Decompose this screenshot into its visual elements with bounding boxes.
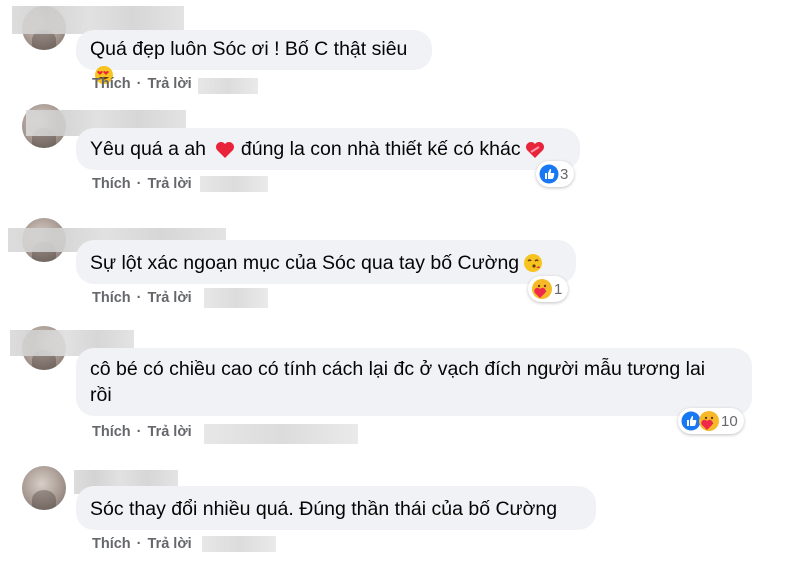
reaction-summary[interactable]: 1 bbox=[528, 276, 569, 302]
comment-bubble: cô bé có chiều cao có tính cách lại đc ở… bbox=[76, 348, 752, 416]
like-link[interactable]: Thích bbox=[92, 76, 131, 92]
comment-bubble: Yêu quá a ah đúng la con nhà thiết kế có… bbox=[76, 128, 580, 170]
comment-text-line2: rồi bbox=[90, 384, 112, 406]
redacted-timestamp bbox=[200, 176, 268, 192]
separator: · bbox=[136, 76, 142, 92]
kiss-emoji bbox=[524, 254, 543, 272]
comment-bubble: Sóc thay đổi nhiều quá. Đúng thần thái c… bbox=[76, 486, 596, 530]
like-link[interactable]: Thích bbox=[92, 176, 131, 192]
care-reaction-icon bbox=[699, 411, 719, 431]
red-heart-emoji bbox=[216, 142, 235, 158]
heart-ribbon-emoji bbox=[525, 142, 544, 158]
reaction-count: 1 bbox=[554, 280, 563, 298]
comment-actions: Thích · Trả lời bbox=[92, 76, 192, 92]
comment-actions: Thích · Trả lời bbox=[92, 290, 192, 306]
redacted-timestamp bbox=[204, 424, 358, 444]
reply-link[interactable]: Trả lời bbox=[148, 76, 192, 92]
like-reaction-icon bbox=[539, 164, 559, 184]
redacted-timestamp bbox=[202, 536, 276, 552]
comment-actions: Thích · Trả lời bbox=[92, 424, 192, 440]
redacted-timestamp bbox=[198, 78, 258, 94]
separator: · bbox=[136, 176, 142, 192]
reaction-summary[interactable]: 10 bbox=[678, 408, 744, 434]
comment-text: Sự lột xác ngoạn mục của Sóc qua tay bố … bbox=[90, 250, 562, 276]
reply-link[interactable]: Trả lời bbox=[148, 536, 192, 552]
comment-bubble: Quá đẹp luôn Sóc ơi ! Bố C thật siêu bbox=[76, 30, 432, 84]
comment-text: Yêu quá a ah đúng la con nhà thiết kế có… bbox=[90, 136, 566, 162]
separator: · bbox=[136, 536, 142, 552]
commenter-avatar[interactable] bbox=[22, 466, 66, 510]
reaction-count: 10 bbox=[721, 412, 738, 430]
like-link[interactable]: Thích bbox=[92, 536, 131, 552]
reply-link[interactable]: Trả lời bbox=[148, 424, 192, 440]
reaction-count: 3 bbox=[560, 165, 569, 183]
separator: · bbox=[136, 424, 142, 440]
comment-text-line1: cô bé có chiều cao có tính cách lại đc ở… bbox=[90, 358, 706, 380]
care-reaction-icon bbox=[532, 279, 552, 299]
comment-actions: Thích · Trả lời bbox=[92, 536, 192, 552]
comment-text: Sóc thay đổi nhiều quá. Đúng thần thái c… bbox=[90, 498, 558, 520]
comment-bubble: Sự lột xác ngoạn mục của Sóc qua tay bố … bbox=[76, 240, 576, 284]
separator: · bbox=[136, 290, 142, 306]
like-link[interactable]: Thích bbox=[92, 290, 131, 306]
reply-link[interactable]: Trả lời bbox=[148, 290, 192, 306]
reply-link[interactable]: Trả lời bbox=[148, 176, 192, 192]
reaction-summary[interactable]: 3 bbox=[536, 161, 575, 187]
like-link[interactable]: Thích bbox=[92, 424, 131, 440]
redacted-timestamp bbox=[204, 288, 268, 308]
comment-actions: Thích · Trả lời bbox=[92, 176, 192, 192]
